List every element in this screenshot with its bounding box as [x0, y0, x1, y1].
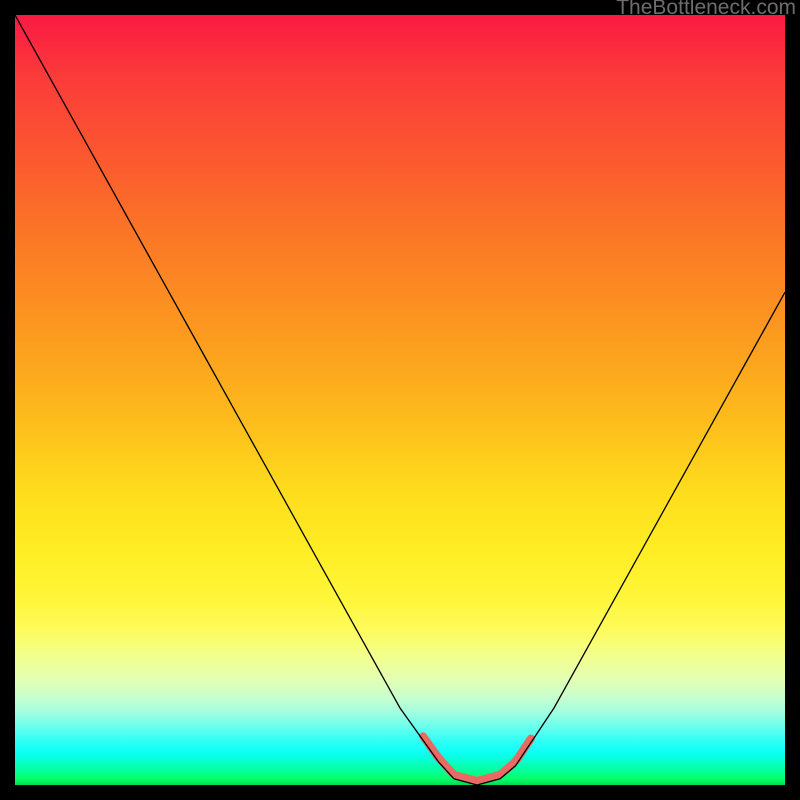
highlight-segment [423, 736, 531, 781]
chart-frame: TheBottleneck.com [0, 0, 800, 800]
chart-svg [15, 15, 785, 785]
watermark-text: TheBottleneck.com [616, 0, 796, 20]
plot-area [15, 15, 785, 785]
bottleneck-curve [15, 15, 785, 785]
